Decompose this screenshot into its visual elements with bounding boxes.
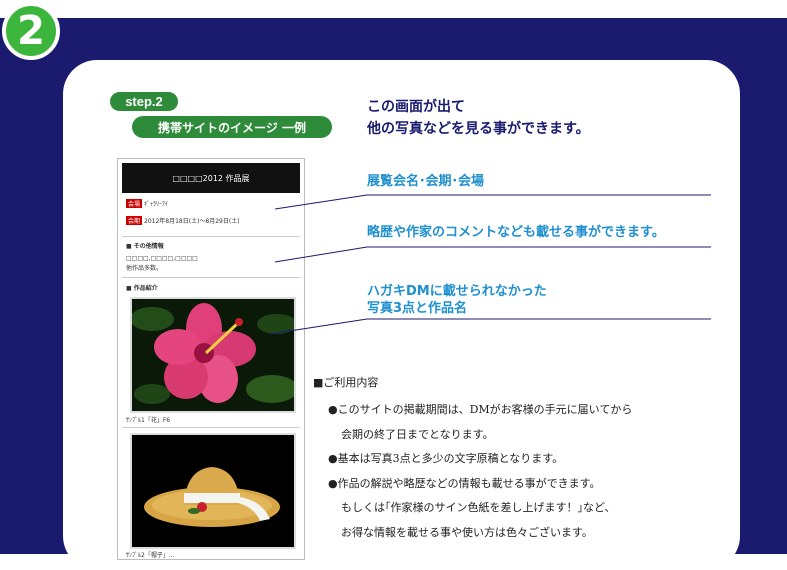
usage-title: ■ご利用内容	[313, 376, 379, 389]
callout-profile-comment: 略歴や作家のコメントなども載せる事ができます。	[367, 225, 665, 240]
usage-list: ●このサイトの掲載期間は、DMがお客様の手元に届いてから 会期の終了日までとなり…	[328, 398, 632, 545]
divider	[122, 236, 300, 237]
headline-line-2: 他の写真などを見る事ができます。	[367, 121, 590, 137]
callout-extra-photos-line-2: 写真3点と作品名	[367, 301, 468, 316]
period-text: 2012年8月18日(土)〜8月29日(土)	[144, 218, 240, 225]
usage-item-continued: 会期の終了日までとなります。	[341, 427, 494, 441]
headline-line-1: この画面が出て	[367, 99, 465, 115]
step-number-badge: 2	[2, 2, 60, 60]
usage-item: ●基本は写真3点と多少の文字原稿となります。	[328, 452, 564, 465]
usage-item-continued: もしくは｢作家様のサイン色紙を差し上げます！｣など、	[341, 501, 616, 514]
callout-extra-photos-line-1: ハガキDMに載せられなかった	[367, 284, 547, 299]
venue-tag: 会場	[126, 199, 143, 208]
headline: この画面が出て 他の写真などを見る事ができます。	[367, 96, 590, 140]
venue-text: ｷﾞｬﾗﾘｰｱｲ	[144, 201, 169, 208]
mobile-header: □□□□2012 作品展	[122, 163, 300, 193]
works-heading: ■ 作品紹介	[126, 285, 158, 292]
divider	[122, 277, 300, 278]
top-margin	[0, 0, 787, 18]
divider	[122, 427, 300, 428]
usage-item: ●このサイトの掲載期間は、DMがお客様の手元に届いてから	[328, 403, 633, 416]
venue-row: 会場 ｷﾞｬﾗﾘｰｱｲ	[126, 199, 168, 208]
period-row: 会期 2012年8月18日(土)〜8月29日(土)	[126, 216, 240, 225]
usage-item-continued: お得な情報を載せる事や使い方は色々ございます。	[341, 525, 593, 539]
photo-caption-1: ｻﾝﾌﾟﾙ1「花」F6	[126, 417, 171, 424]
other-info-line-2: 他作品多数。	[126, 265, 163, 272]
straw-hat-photo	[130, 433, 296, 549]
step-pill: step.2	[110, 92, 178, 111]
usage-item: ●作品の解説や略歴などの情報も載せる事ができます。	[328, 476, 601, 490]
mobile-screen-mockup: □□□□2012 作品展 会場 ｷﾞｬﾗﾘｰｱｲ 会期 2012年8月18日(土)〜…	[117, 158, 305, 560]
hibiscus-photo	[130, 297, 296, 413]
step-number: 2	[17, 8, 45, 54]
step-subtitle-pill: 携帯サイトのイメージ 一例	[132, 116, 332, 138]
other-info-heading: ■ その他情報	[126, 243, 164, 250]
other-info-line-1: □□□□,□□□□,□□□□	[126, 255, 198, 262]
callout-exhibition-info: 展覧会名･会期･会場	[367, 174, 485, 189]
photo-caption-2: ｻﾝﾌﾟﾙ2「帽子」...	[126, 552, 175, 559]
period-tag: 会期	[126, 216, 143, 225]
